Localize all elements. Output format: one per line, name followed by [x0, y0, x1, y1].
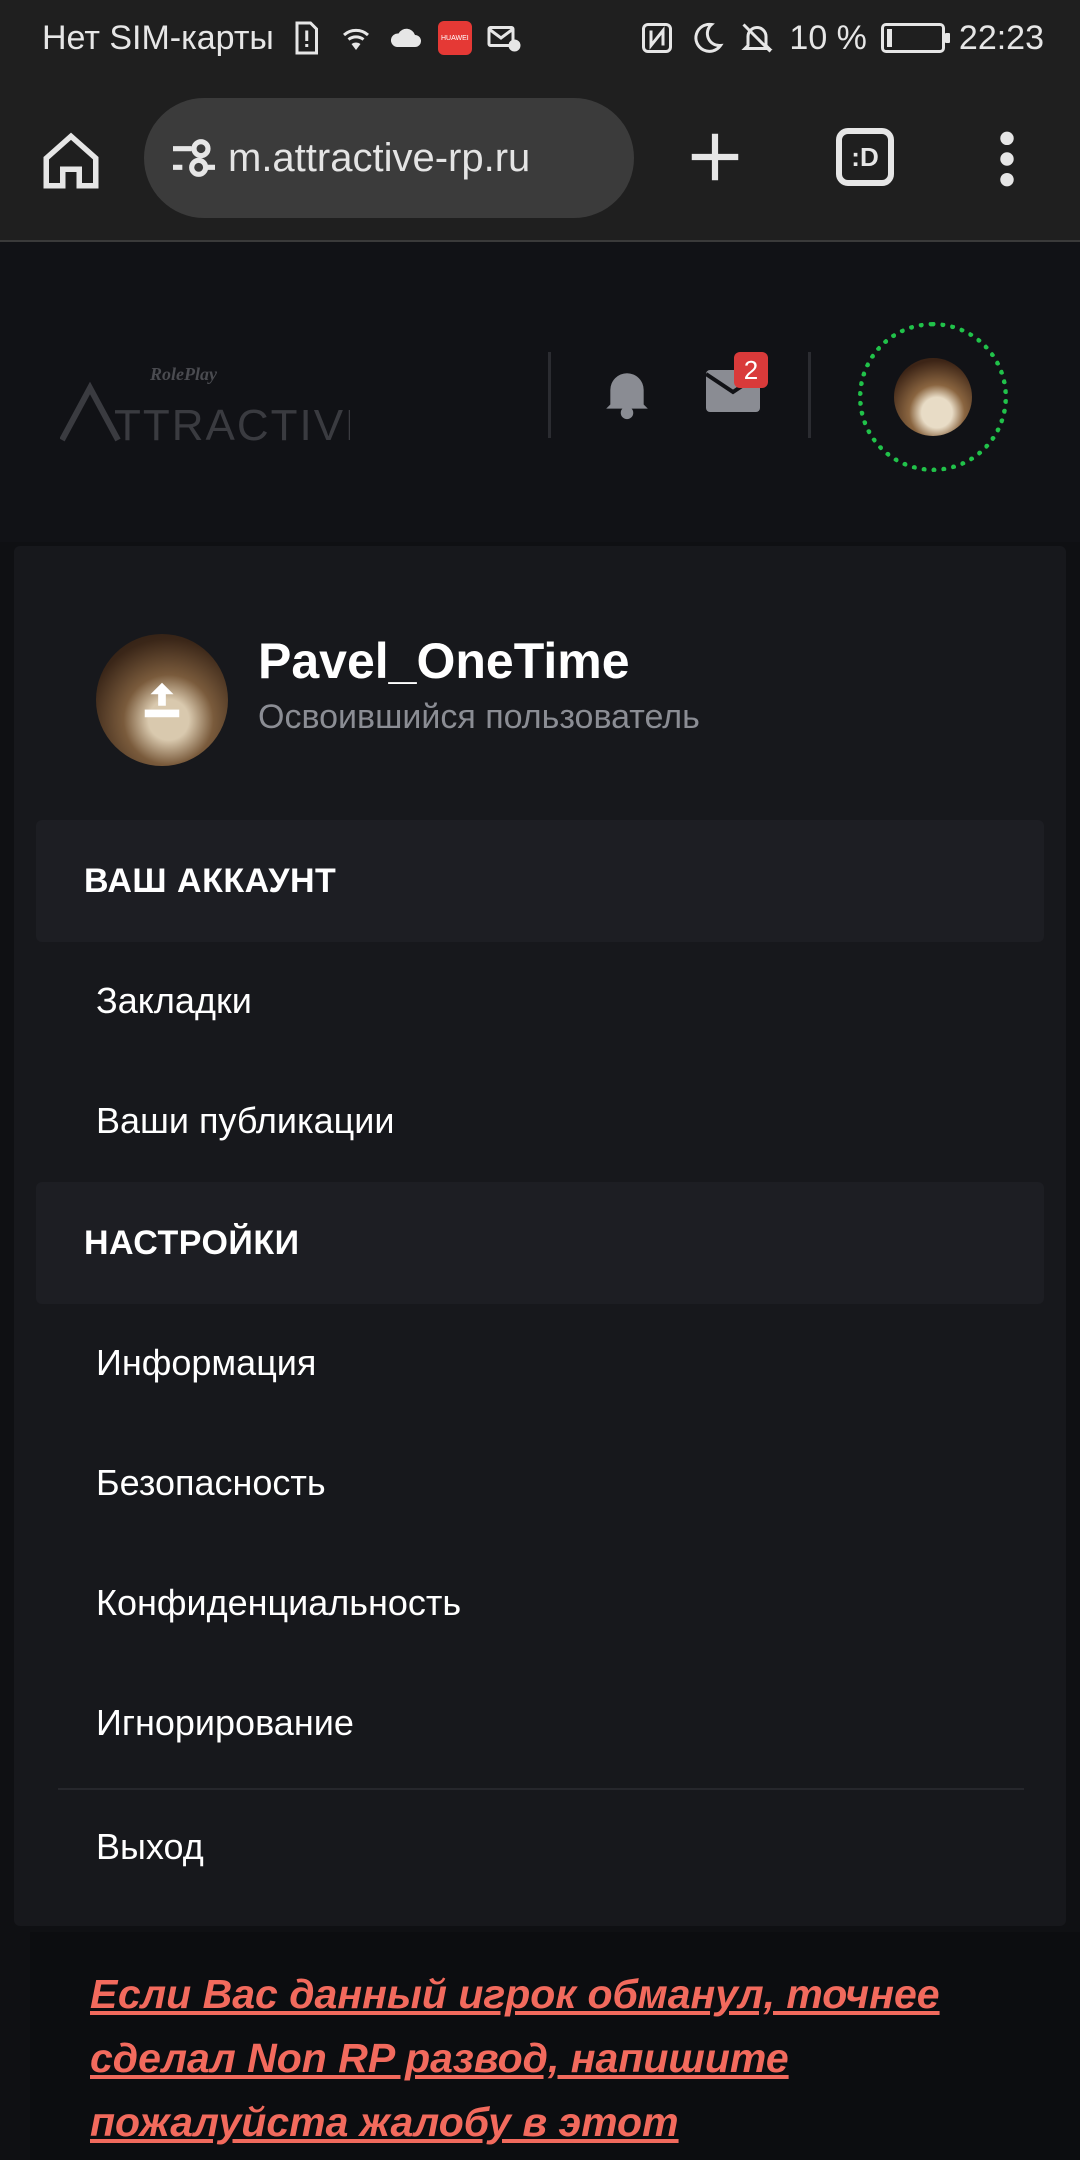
- menu-item-your-posts[interactable]: Ваши публикации: [96, 1100, 394, 1142]
- post-link-text[interactable]: Если Вас данный игрок обманул, точнее сд…: [90, 1962, 1020, 2154]
- section-header-settings: НАСТРОЙКИ: [36, 1182, 1044, 1304]
- status-bar: Нет SIM-карты HUAWEI 10 % 22:23: [0, 0, 1080, 76]
- mail-settings-icon: [487, 26, 521, 52]
- header-divider: [548, 352, 551, 438]
- battery-charging-icon: [880, 23, 950, 53]
- carrier-text: Нет SIM-карты: [42, 18, 274, 57]
- tab-switcher-button[interactable]: :D: [836, 128, 894, 186]
- site-logo[interactable]: RolePlay TTRACTIVE: [60, 360, 350, 450]
- avatar: [894, 358, 972, 436]
- menu-item-bookmarks[interactable]: Закладки: [96, 980, 252, 1022]
- upload-icon[interactable]: [139, 677, 185, 723]
- wifi-icon: [342, 28, 369, 50]
- moon-icon: [694, 22, 724, 53]
- menu-divider: [58, 1788, 1024, 1790]
- cloud-icon: [390, 28, 421, 47]
- huawei-label: HUAWEI: [440, 34, 469, 42]
- site-header: RolePlay TTRACTIVE 2: [0, 242, 1080, 542]
- sim-alert-icon: [295, 21, 318, 55]
- nfc-icon: [642, 23, 673, 53]
- address-bar[interactable]: m.attractive-rp.ru: [144, 98, 634, 218]
- site-settings-icon[interactable]: [166, 130, 222, 186]
- battery-level-fill: [886, 29, 892, 47]
- logo-subtext: RolePlay: [149, 364, 218, 384]
- browser-toolbar: m.attractive-rp.ru :D: [0, 76, 1080, 242]
- section-header-account: ВАШ АККАУНТ: [36, 820, 1044, 942]
- account-menu-panel: Pavel_OneTime Освоившийся пользователь В…: [14, 546, 1066, 1926]
- header-avatar-button[interactable]: [858, 322, 1008, 472]
- home-icon[interactable]: [38, 128, 104, 194]
- mail-badge: 2: [734, 352, 768, 388]
- menu-item-info[interactable]: Информация: [96, 1342, 316, 1384]
- menu-item-security[interactable]: Безопасность: [96, 1462, 326, 1504]
- header-divider: [808, 352, 811, 438]
- menu-item-logout[interactable]: Выход: [96, 1826, 204, 1868]
- logo-text: TTRACTIVE: [114, 401, 350, 450]
- huawei-app-icon: HUAWEI: [437, 21, 472, 55]
- new-tab-icon[interactable]: [684, 126, 746, 188]
- bell-off-icon: [741, 23, 774, 53]
- username[interactable]: Pavel_OneTime: [258, 632, 630, 690]
- more-menu-icon[interactable]: [990, 128, 1024, 190]
- battery-percent: 10 %: [789, 18, 867, 57]
- profile-avatar[interactable]: [96, 634, 228, 766]
- url-text[interactable]: m.attractive-rp.ru: [228, 136, 530, 181]
- clock: 22:23: [958, 18, 1044, 57]
- menu-item-ignoring[interactable]: Игнорирование: [96, 1702, 354, 1744]
- status-right: 10 % 22:23: [639, 19, 1044, 58]
- bell-icon[interactable]: [602, 364, 652, 420]
- tab-switcher-label: :D: [851, 141, 879, 172]
- menu-item-privacy[interactable]: Конфиденциальность: [96, 1582, 461, 1624]
- post-content: Если Вас данный игрок обманул, точнее сд…: [30, 1932, 1080, 2160]
- user-title: Освоившийся пользователь: [258, 698, 700, 736]
- status-left: Нет SIM-карты HUAWEI: [42, 19, 522, 58]
